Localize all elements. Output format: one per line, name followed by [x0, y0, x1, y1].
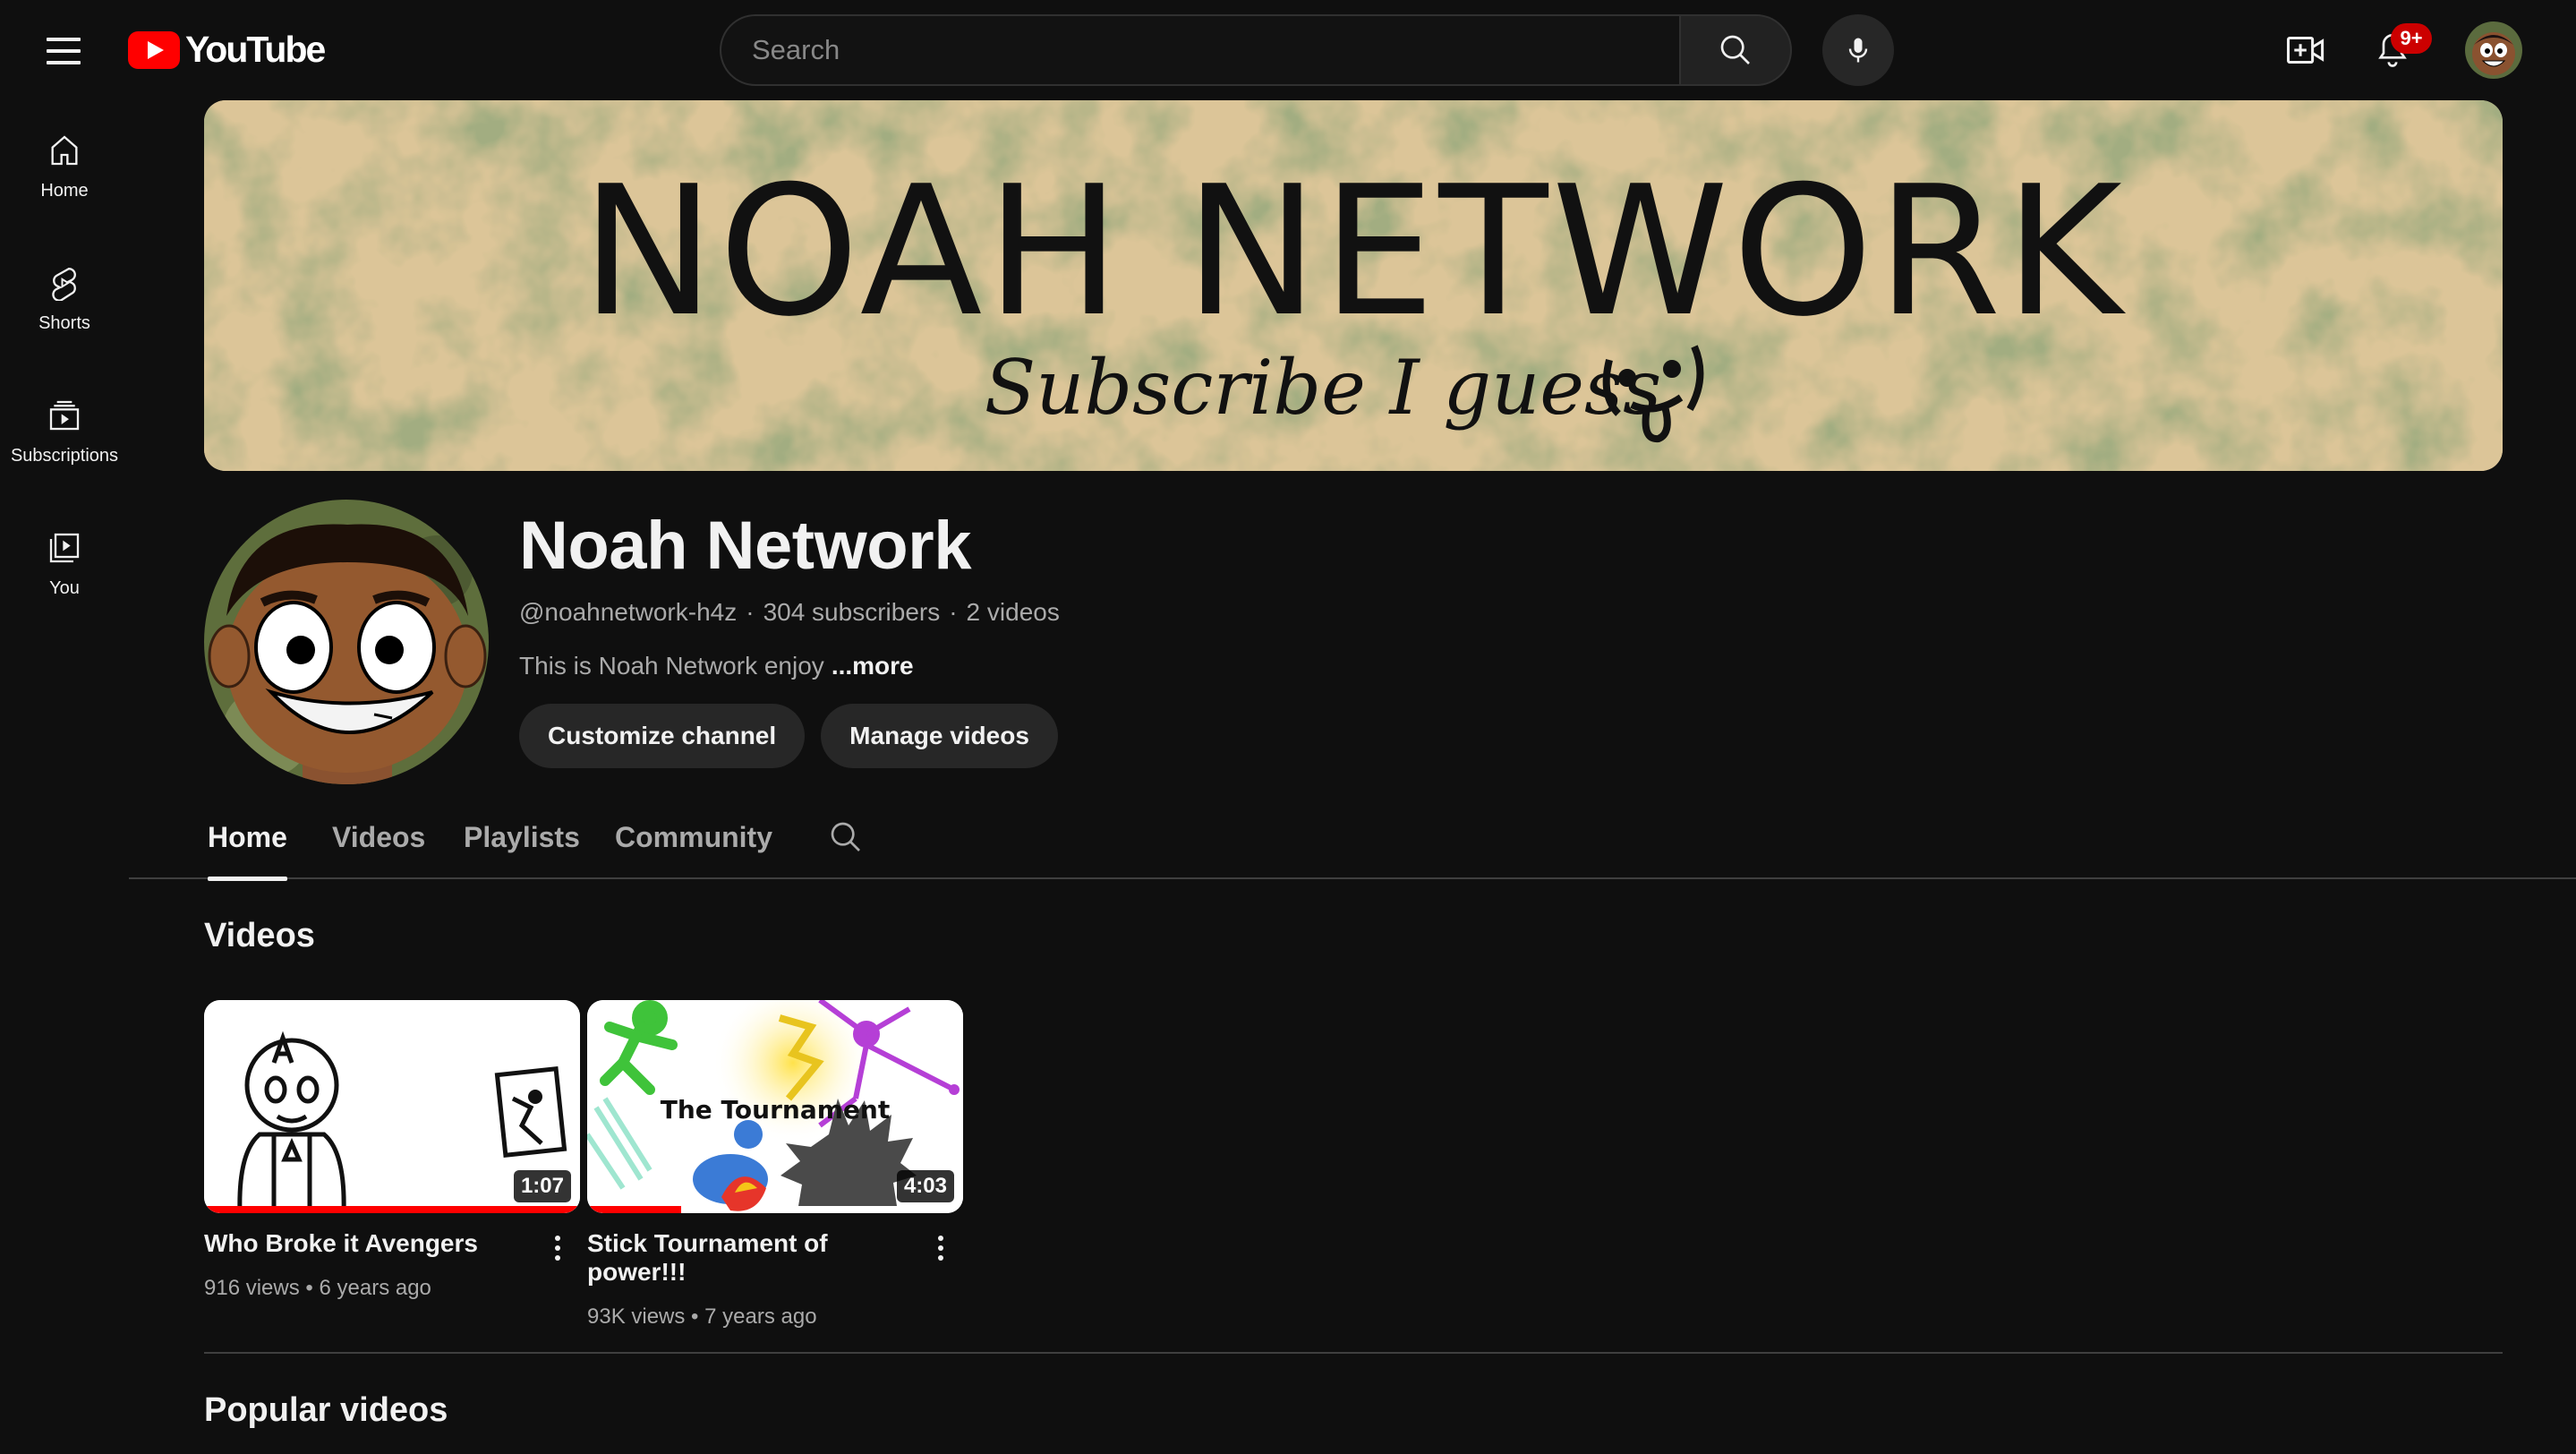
- search-box: [720, 14, 1792, 86]
- home-icon: [51, 134, 78, 165]
- channel-search-button[interactable]: [823, 815, 868, 860]
- section-title-videos: Videos: [204, 917, 315, 954]
- create-video-icon: [2287, 36, 2324, 64]
- youtube-logo[interactable]: YouTube: [128, 29, 326, 71]
- channel-avatar[interactable]: [204, 500, 489, 784]
- video-thumbnail[interactable]: 1:07: [204, 1000, 580, 1213]
- meta-separator: ·: [746, 598, 755, 626]
- mini-guide: Home Shorts Subscriptions You: [0, 100, 129, 630]
- subscriber-count: 304 subscribers: [763, 598, 941, 626]
- thumbnail-caption: The Tournament: [661, 1095, 890, 1125]
- shorts-icon: [52, 267, 76, 301]
- cartoon-face-icon: [204, 500, 489, 784]
- watch-progress-bar: [587, 1206, 681, 1213]
- channel-meta: @noahnetwork-h4z · 304 subscribers · 2 v…: [519, 598, 1060, 627]
- guide-item-you[interactable]: You: [0, 498, 129, 630]
- channel-name: Noah Network: [519, 508, 971, 584]
- video-meta: 93K views • 7 years ago: [587, 1304, 817, 1329]
- guide-item-label: Shorts: [38, 312, 90, 333]
- video-count: 2 videos: [966, 598, 1060, 626]
- youtube-play-icon: [128, 30, 180, 69]
- subscriptions-icon: [49, 400, 80, 430]
- guide-item-shorts[interactable]: Shorts: [0, 233, 129, 365]
- manage-videos-button[interactable]: Manage videos: [821, 704, 1058, 768]
- description-text: This is Noah Network enjoy: [519, 652, 824, 680]
- search-icon: [831, 822, 860, 851]
- masthead: YouTube 9+: [0, 0, 2576, 100]
- video-card: 1:07 Who Broke it Avengers 916 views • 6…: [204, 1000, 580, 1301]
- video-title[interactable]: Who Broke it Avengers: [204, 1229, 526, 1258]
- video-thumbnail[interactable]: The Tournament 4:03: [587, 1000, 963, 1213]
- voice-search-button[interactable]: [1822, 14, 1894, 86]
- notification-count-badge: 9+: [2391, 23, 2432, 54]
- video-duration: 1:07: [513, 1170, 571, 1202]
- guide-item-label: You: [49, 577, 80, 598]
- you-icon: [49, 533, 80, 562]
- video-duration: 4:03: [896, 1170, 954, 1202]
- search-input[interactable]: [720, 14, 1679, 86]
- view-count: 916 views: [204, 1276, 300, 1300]
- channel-description: This is Noah Network enjoy ...more: [519, 652, 914, 680]
- channel-actions: Customize channel Manage videos: [519, 704, 1058, 768]
- guide-item-subscriptions[interactable]: Subscriptions: [0, 365, 129, 498]
- video-menu-icon[interactable]: [544, 1226, 571, 1270]
- tab-videos[interactable]: Videos: [332, 795, 425, 879]
- section-divider: [204, 1352, 2503, 1354]
- guide-item-home[interactable]: Home: [0, 100, 129, 233]
- upload-age: 7 years ago: [704, 1304, 817, 1329]
- meta-separator: ·: [949, 598, 958, 626]
- channel-banner: NOAH NETWORK Subscribe I guess: [204, 100, 2503, 471]
- section-title-popular: Popular videos: [204, 1391, 448, 1429]
- search-button[interactable]: [1679, 14, 1792, 86]
- guide-item-label: Home: [40, 180, 89, 201]
- logo-text: YouTube: [185, 29, 326, 70]
- search-icon: [1720, 35, 1750, 64]
- video-meta: 916 views • 6 years ago: [204, 1276, 431, 1300]
- video-menu-icon[interactable]: [927, 1226, 954, 1270]
- upload-age: 6 years ago: [319, 1276, 431, 1300]
- avatar-face-icon: [2465, 21, 2522, 79]
- video-card: The Tournament 4:03 Stick Tournament of …: [587, 1000, 963, 1330]
- video-title[interactable]: Stick Tournament of power!!!: [587, 1229, 909, 1287]
- microphone-icon: [1848, 38, 1868, 63]
- banner-title: NOAH NETWORK: [581, 148, 2127, 356]
- guide-item-label: Subscriptions: [10, 445, 119, 466]
- description-more-link[interactable]: ...more: [832, 652, 914, 680]
- create-button[interactable]: [2281, 27, 2331, 73]
- tab-community[interactable]: Community: [615, 795, 772, 879]
- banner-subtitle: Subscribe I guess: [985, 344, 1661, 432]
- menu-icon[interactable]: [32, 20, 95, 82]
- tab-home[interactable]: Home: [208, 795, 287, 881]
- watch-progress-bar: [204, 1206, 580, 1213]
- tab-playlists[interactable]: Playlists: [464, 795, 580, 879]
- channel-tabs: Home Videos Playlists Community: [129, 795, 2576, 881]
- view-count: 93K views: [587, 1304, 686, 1329]
- channel-handle: @noahnetwork-h4z: [519, 598, 738, 626]
- account-avatar[interactable]: [2465, 21, 2522, 79]
- customize-channel-button[interactable]: Customize channel: [519, 704, 806, 768]
